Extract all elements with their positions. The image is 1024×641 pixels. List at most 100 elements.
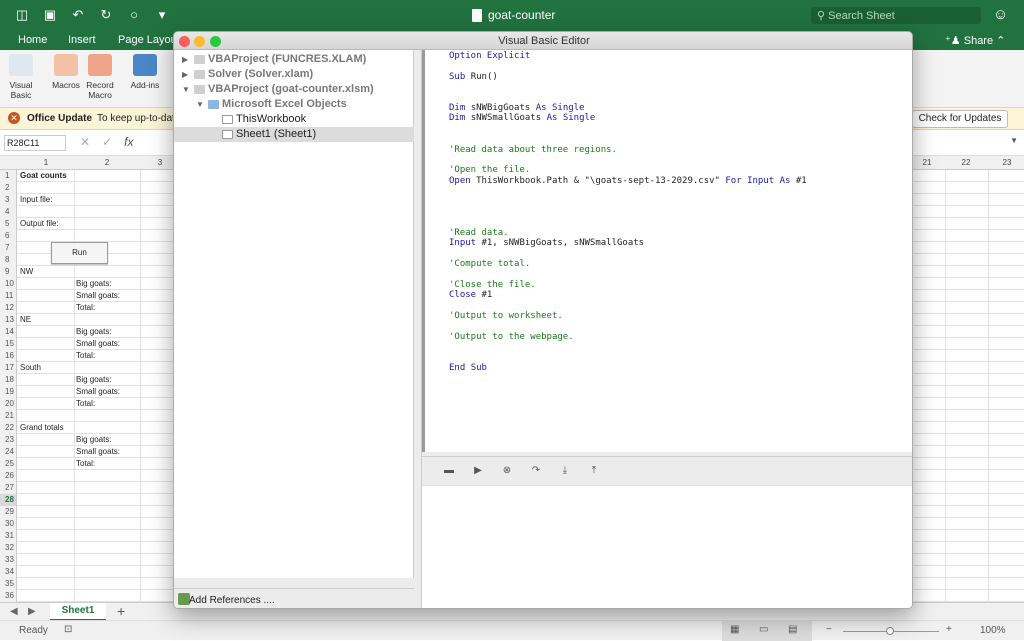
row-header[interactable]: 10	[0, 278, 17, 290]
row-header[interactable]: 24	[0, 446, 17, 458]
sheet-tab-sheet1[interactable]: Sheet1	[50, 603, 106, 621]
row-header[interactable]: 15	[0, 338, 17, 350]
step-over-icon[interactable]: ↷	[529, 465, 543, 479]
row-header[interactable]: 26	[0, 470, 17, 482]
row-header[interactable]: 8	[0, 254, 17, 266]
cell-col2[interactable]: Small goats:	[76, 339, 120, 348]
close-update-icon[interactable]: ✕	[8, 112, 20, 124]
chevron-down-icon[interactable]: ▼	[182, 82, 190, 97]
close-window-icon[interactable]	[179, 36, 190, 47]
cell-col2[interactable]: Big goats:	[76, 375, 112, 384]
macro-recording-icon[interactable]: ⊡	[64, 624, 72, 635]
chevron-right-icon[interactable]: ▶	[182, 67, 188, 82]
row-header[interactable]: 21	[0, 410, 17, 422]
cell-col1[interactable]: Output file:	[20, 219, 59, 228]
prev-sheet-icon[interactable]: ◀	[10, 606, 18, 617]
row-header[interactable]: 35	[0, 578, 17, 590]
zoom-level[interactable]: 100%	[980, 625, 1006, 636]
row-header[interactable]: 33	[0, 554, 17, 566]
tab-home[interactable]: Home	[18, 34, 47, 46]
cell-col2[interactable]: Total:	[76, 459, 95, 468]
row-header[interactable]: 22	[0, 422, 17, 434]
add-sheet-icon[interactable]: +	[117, 603, 125, 619]
share-button[interactable]: ⁺♟ Share ⌃	[945, 34, 1005, 47]
row-header[interactable]: 13	[0, 314, 17, 326]
cell-col1[interactable]: Input file:	[20, 195, 52, 204]
zoom-slider-thumb[interactable]	[886, 627, 894, 635]
row-header[interactable]: 9	[0, 266, 17, 278]
zoom-out-icon[interactable]: −	[826, 624, 832, 635]
row-header[interactable]: 28	[0, 494, 17, 506]
cell-col2[interactable]: Big goats:	[76, 327, 112, 336]
project-tree-item[interactable]: ▼ VBAProject (goat-counter.xlsm)	[174, 82, 414, 97]
row-header[interactable]: 1	[0, 170, 17, 182]
row-header[interactable]: 20	[0, 398, 17, 410]
project-tree-item[interactable]: ▶ VBAProject (FUNCRES.XLAM)	[174, 52, 414, 67]
cell-col2[interactable]: Total:	[76, 303, 95, 312]
cell-col2[interactable]: Total:	[76, 351, 95, 360]
row-header[interactable]: 17	[0, 362, 17, 374]
column-header[interactable]: 21	[913, 158, 941, 167]
minimize-window-icon[interactable]	[194, 36, 205, 47]
immediate-window[interactable]	[422, 486, 912, 608]
cell-col2[interactable]: Big goats:	[76, 279, 112, 288]
row-header[interactable]: 32	[0, 542, 17, 554]
cell-col2[interactable]: Small goats:	[76, 291, 120, 300]
cell-col1[interactable]: South	[20, 363, 41, 372]
row-header[interactable]: 36	[0, 590, 17, 602]
row-header[interactable]: 2	[0, 182, 17, 194]
check-for-updates-button[interactable]: Check for Updates	[912, 110, 1008, 128]
redo-icon[interactable]: ↻	[98, 7, 114, 23]
insert-function-icon[interactable]: fx	[124, 135, 133, 149]
customize-toolbar-icon[interactable]: ▾	[154, 7, 170, 23]
row-header[interactable]: 14	[0, 326, 17, 338]
page-layout-view-icon[interactable]: ▭	[759, 624, 768, 635]
zoom-window-icon[interactable]	[210, 36, 221, 47]
code-editor[interactable]: Option Explicit Sub Run() Dim sNWBigGoats …	[422, 50, 912, 452]
project-tree-item[interactable]: Sheet1 (Sheet1)	[174, 127, 414, 142]
add-ins-button[interactable]: Add-ins	[128, 54, 162, 90]
cell-col1[interactable]: Goat counts	[20, 171, 67, 180]
toggle-breakpoint-icon[interactable]: ▬	[442, 465, 456, 479]
row-header[interactable]: 31	[0, 530, 17, 542]
record-macro-button[interactable]: Record Macro	[83, 54, 117, 100]
cancel-formula-icon[interactable]: ✕	[80, 135, 90, 149]
next-sheet-icon[interactable]: ▶	[28, 606, 36, 617]
normal-view-icon[interactable]: ▦	[730, 624, 739, 635]
row-header[interactable]: 6	[0, 230, 17, 242]
row-header[interactable]: 11	[0, 290, 17, 302]
page-break-view-icon[interactable]: ▤	[788, 624, 797, 635]
step-into-icon[interactable]: ⤓	[558, 465, 572, 479]
row-header[interactable]: 4	[0, 206, 17, 218]
enter-formula-icon[interactable]: ✓	[102, 135, 112, 149]
repeat-icon[interactable]: ○	[126, 7, 142, 23]
pane-splitter[interactable]	[414, 50, 422, 608]
column-header[interactable]: 2	[74, 158, 140, 167]
row-header[interactable]: 29	[0, 506, 17, 518]
cell-col2[interactable]: Small goats:	[76, 387, 120, 396]
row-header[interactable]: 3	[0, 194, 17, 206]
cell-col2[interactable]: Small goats:	[76, 447, 120, 456]
step-out-icon[interactable]: ⤒	[587, 465, 601, 479]
undo-icon[interactable]: ↶	[70, 7, 86, 23]
chevron-down-icon[interactable]: ▼	[196, 97, 204, 112]
column-header[interactable]: 1	[18, 158, 74, 167]
visual-basic-button[interactable]: Visual Basic	[4, 54, 38, 100]
row-header[interactable]: 23	[0, 434, 17, 446]
cell-col1[interactable]: NE	[20, 315, 31, 324]
feedback-smiley-icon[interactable]: ☺	[993, 6, 1008, 23]
row-header[interactable]: 12	[0, 302, 17, 314]
row-header[interactable]: 5	[0, 218, 17, 230]
column-header[interactable]: 23	[990, 158, 1024, 167]
add-references-button[interactable]: Add References ....	[174, 588, 414, 608]
run-button[interactable]: Run	[51, 242, 108, 264]
macros-button[interactable]: Macros	[49, 54, 83, 90]
save-icon[interactable]: ▣	[42, 7, 58, 23]
sidebar-toggle-icon[interactable]: ◫	[14, 7, 30, 23]
row-header[interactable]: 16	[0, 350, 17, 362]
row-header[interactable]: 27	[0, 482, 17, 494]
project-tree-item[interactable]: ▶ Solver (Solver.xlam)	[174, 67, 414, 82]
name-box[interactable]: R28C11	[4, 135, 66, 151]
cell-col1[interactable]: Grand totals	[20, 423, 64, 432]
zoom-in-icon[interactable]: +	[946, 624, 952, 635]
